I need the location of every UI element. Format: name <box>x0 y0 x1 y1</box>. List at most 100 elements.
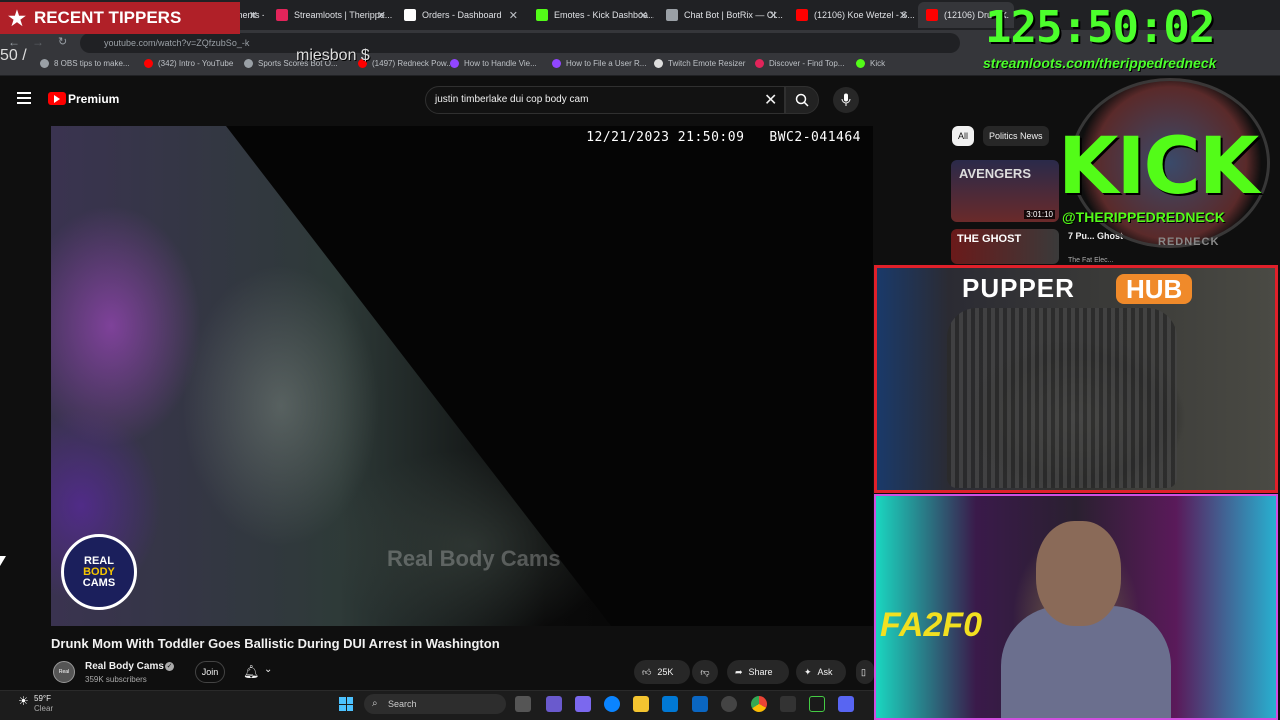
ask-button[interactable]: ✦ Ask <box>796 660 846 684</box>
voice-search-button[interactable] <box>833 87 859 113</box>
kick-handle: @THERIPPEDREDNECK <box>1062 209 1226 225</box>
thumbnail-text: AVENGERS <box>959 166 1031 181</box>
menu-icon[interactable] <box>17 92 31 104</box>
search-button[interactable] <box>785 86 819 114</box>
bookmark-item[interactable]: (1497) Redneck Pow... <box>358 59 453 68</box>
teams-icon[interactable] <box>575 696 591 712</box>
close-tab-icon[interactable]: ✕ <box>377 9 386 22</box>
duration-badge: 3:01:10 <box>1024 210 1055 219</box>
search-input[interactable]: justin timberlake dui cop body cam <box>425 86 785 114</box>
bookmark-item[interactable]: (342) Intro - YouTube <box>144 59 233 68</box>
channel-logo-overlay[interactable]: REAL BODY CAMS <box>61 534 137 610</box>
discord-icon[interactable] <box>838 696 854 712</box>
bookmark-icon: ▯ <box>861 666 866 677</box>
close-tab-icon[interactable]: ✕ <box>509 9 518 22</box>
youtube-logo-icon[interactable] <box>48 92 66 105</box>
microphone-icon <box>841 93 851 106</box>
bookmark-item[interactable]: Kick <box>856 59 885 68</box>
verified-icon: ✓ <box>165 662 174 671</box>
tab-favicon-icon <box>796 9 808 21</box>
bookmark-item[interactable]: 8 OBS tips to make... <box>40 59 130 68</box>
video-title: Drunk Mom With Toddler Goes Ballistic Du… <box>51 636 500 651</box>
dislike-button[interactable]: 👎︎ <box>692 660 718 684</box>
outlook-icon[interactable] <box>692 696 708 712</box>
chip-all[interactable]: All <box>952 126 975 146</box>
windows-start-icon[interactable] <box>339 697 353 711</box>
bookmark-favicon-icon <box>654 59 663 68</box>
chip-politics-news[interactable]: Politics News <box>983 126 1049 146</box>
copilot-icon[interactable] <box>546 696 562 712</box>
streamloots-url: streamloots.com/therippedredneck <box>983 55 1217 71</box>
close-tab-icon[interactable]: ✕ <box>639 9 648 22</box>
close-tab-icon[interactable]: ✕ <box>249 9 258 22</box>
tab-favicon-icon <box>926 9 938 21</box>
related-channel[interactable]: The Fat Elec... <box>1068 257 1114 264</box>
streamer-head <box>1036 521 1121 626</box>
clear-search-icon[interactable]: ✕ <box>764 90 777 110</box>
thumbs-down-icon: 👎︎ <box>700 666 710 677</box>
obs-icon[interactable] <box>721 696 737 712</box>
tab-favicon-icon <box>276 9 288 21</box>
bookmark-item[interactable]: Twitch Emote Resizer <box>654 59 745 68</box>
pupper-title: PUPPER <box>962 273 1075 303</box>
share-button[interactable]: ➦ Share <box>727 660 789 684</box>
task-view-icon[interactable] <box>515 696 531 712</box>
bookmark-label: How to File a User R... <box>566 59 647 68</box>
edge-icon[interactable] <box>604 696 620 712</box>
thumbnail-text: THE GHOST <box>957 233 1022 245</box>
tip-amount: 50 / <box>0 47 27 64</box>
bookmark-favicon-icon <box>552 59 561 68</box>
browser-tab[interactable]: Orders - Dashboard ✕ <box>396 2 524 28</box>
browser-tab[interactable]: Chat Bot | BotRix — Cl... ✕ <box>658 2 784 28</box>
terminal-icon[interactable] <box>809 696 825 712</box>
chrome-icon[interactable] <box>751 696 767 712</box>
file-explorer-icon[interactable] <box>633 696 649 712</box>
bookmark-label: Discover - Find Top... <box>769 59 845 68</box>
save-button[interactable]: ▯ <box>856 660 874 684</box>
forward-icon[interactable]: → <box>32 35 44 49</box>
youtube-logo-label[interactable]: Premium <box>68 92 119 106</box>
weather-icon[interactable]: ☀ <box>18 694 29 708</box>
reload-icon[interactable]: ↻ <box>58 35 67 48</box>
address-bar[interactable]: youtube.com/watch?v=ZQfzubSo_-k <box>80 33 960 53</box>
channel-avatar[interactable]: Real <box>53 661 75 683</box>
tab-favicon-icon <box>536 9 548 21</box>
bookmark-item[interactable]: How to Handle Vie... <box>450 59 537 68</box>
kick-logo: KICK <box>1058 122 1259 212</box>
weather-widget[interactable]: 59°F Clear <box>34 694 53 714</box>
close-tab-icon[interactable]: ✕ <box>899 9 908 22</box>
bodycam-timestamp: 12/21/2023 21:50:09 BWC2-041464 <box>586 130 861 145</box>
join-button[interactable]: Join <box>195 661 225 683</box>
bookmark-item[interactable]: How to File a User R... <box>552 59 646 68</box>
bookmark-item[interactable]: Discover - Find Top... <box>755 59 844 68</box>
browser-tab[interactable]: (12106) Koe Wetzel - S... ✕ <box>788 2 914 28</box>
tab-favicon-icon <box>404 9 416 21</box>
bell-icon[interactable]: 🔔︎ <box>243 664 260 680</box>
video-player[interactable]: 12/21/2023 21:50:09 BWC2-041464 Real Bod… <box>51 126 873 626</box>
streamer-webcam: FA2F0 <box>874 494 1278 720</box>
store-icon[interactable] <box>662 696 678 712</box>
subscriber-count: 359K subscribers <box>85 675 147 684</box>
browser-tab[interactable]: Emotes - Kick Dashboa... ✕ <box>528 2 654 28</box>
related-thumbnail-1[interactable]: AVENGERS 3:01:10 <box>951 160 1059 222</box>
tipper-name: miesbon $ <box>296 47 370 64</box>
thumbs-up-icon: 👍︎ <box>642 666 652 677</box>
like-button[interactable]: 👍︎ 25K <box>634 660 690 684</box>
close-tab-icon[interactable]: ✕ <box>769 9 778 22</box>
channel-name[interactable]: Real Body Cams <box>85 661 164 672</box>
search-icon <box>795 93 809 107</box>
browser-tab[interactable]: Streamloots | Therippe... ✕ <box>268 2 392 28</box>
subathon-timer: 125:50:02 <box>985 2 1215 53</box>
taskbar-search[interactable]: ⌕ Search <box>364 694 506 714</box>
bookmark-label: Twitch Emote Resizer <box>668 59 746 68</box>
related-thumbnail-2[interactable]: THE GHOST <box>951 229 1059 264</box>
bookmark-favicon-icon <box>244 59 253 68</box>
bookmark-label: How to Handle Vie... <box>464 59 537 68</box>
chevron-down-icon[interactable]: ⌄ <box>264 664 272 675</box>
tab-favicon-icon <box>666 9 678 21</box>
app-icon[interactable] <box>780 696 796 712</box>
neon-sign: FA2F0 <box>880 606 983 644</box>
recent-tippers-banner: ★ RECENT TIPPERS <box>0 2 240 34</box>
bookmark-favicon-icon <box>755 59 764 68</box>
mouse-cursor-icon <box>0 556 6 566</box>
